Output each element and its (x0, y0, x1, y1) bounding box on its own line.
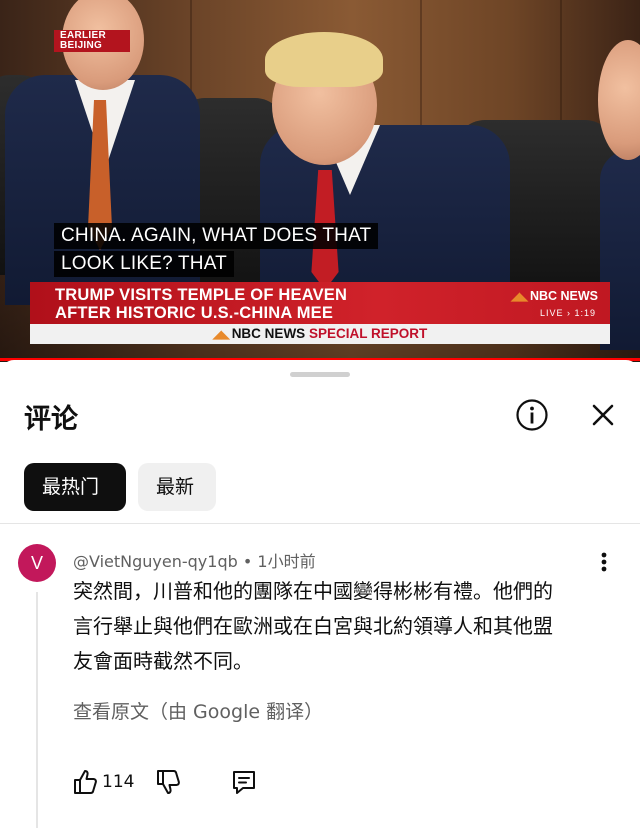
caption-line-1: CHINA. AGAIN, WHAT DOES THAT (54, 223, 379, 249)
sort-chip-newest[interactable]: 最新 (138, 463, 216, 511)
comment-author[interactable]: @VietNguyen-qy1qb (73, 552, 238, 571)
news-headline: TRUMP VISITS TEMPLE OF HEAVEN AFTER HIST… (55, 286, 347, 322)
comments-sheet: 评论 最热门 最新 V @VietNguyen-qy1qb • 1小时前 突然間… (0, 360, 640, 828)
earlier-beijing-badge: EARLIER BEIJING (54, 30, 130, 52)
comment-line: 言行舉止與他們在歐洲或在白宮與北約領導人和其他盟 (73, 614, 553, 638)
see-original-link[interactable]: 查看原文（由 Google 翻译） (73, 697, 323, 724)
person-center-hair (265, 32, 383, 87)
nbc-news-logo: ◢◣ NBC NEWS (511, 289, 598, 303)
live-indicator: LIVE › 1:19 (539, 308, 596, 318)
sort-chip-top[interactable]: 最热门 (24, 463, 126, 511)
close-icon[interactable] (588, 400, 618, 430)
comment-body: 突然間，川普和他的團隊在中國變得彬彬有禮。他們的 言行舉止與他們在歐洲或在白宮與… (73, 574, 603, 679)
special-report-bar: ◢◣ NBC NEWS SPECIAL REPORT (30, 324, 610, 344)
info-circle-icon[interactable] (515, 398, 549, 432)
divider (0, 523, 640, 524)
network-logo-text: NBC NEWS (529, 289, 598, 303)
comment-line: 突然間，川普和他的團隊在中國變得彬彬有禮。他們的 (73, 579, 553, 603)
meta-separator: • (242, 552, 258, 571)
video-player[interactable]: EARLIER BEIJING CHINA. AGAIN, WHAT DOES … (0, 0, 640, 362)
headline-line-1: TRUMP VISITS TEMPLE OF HEAVEN (55, 286, 348, 304)
footer-network: NBC NEWS (231, 326, 306, 341)
comment-time: 1小时前 (257, 552, 316, 571)
peacock-icon: ◢◣ (212, 329, 230, 341)
footer-special: SPECIAL REPORT (308, 326, 428, 341)
drag-handle[interactable] (290, 372, 350, 377)
like-count: 114 (102, 772, 135, 792)
comment-line: 友會面時截然不同。 (73, 649, 253, 673)
badge-line-2: BEIJING (60, 40, 103, 51)
reply-icon[interactable] (230, 768, 258, 796)
comment-meta: @VietNguyen-qy1qb • 1小时前 (73, 548, 316, 572)
more-vert-icon[interactable] (594, 550, 614, 574)
news-lower-third: TRUMP VISITS TEMPLE OF HEAVEN AFTER HIST… (30, 282, 610, 324)
thread-line (36, 592, 38, 828)
avatar[interactable]: V (18, 544, 56, 582)
thumbs-up-icon[interactable] (72, 768, 98, 796)
comments-title: 评论 (24, 404, 78, 435)
headline-line-2: AFTER HISTORIC U.S.-CHINA MEE (55, 304, 334, 322)
peacock-icon: ◢◣ (511, 291, 528, 303)
thumbs-down-icon[interactable] (155, 768, 181, 796)
caption-line-2: LOOK LIKE? THAT (54, 251, 234, 277)
